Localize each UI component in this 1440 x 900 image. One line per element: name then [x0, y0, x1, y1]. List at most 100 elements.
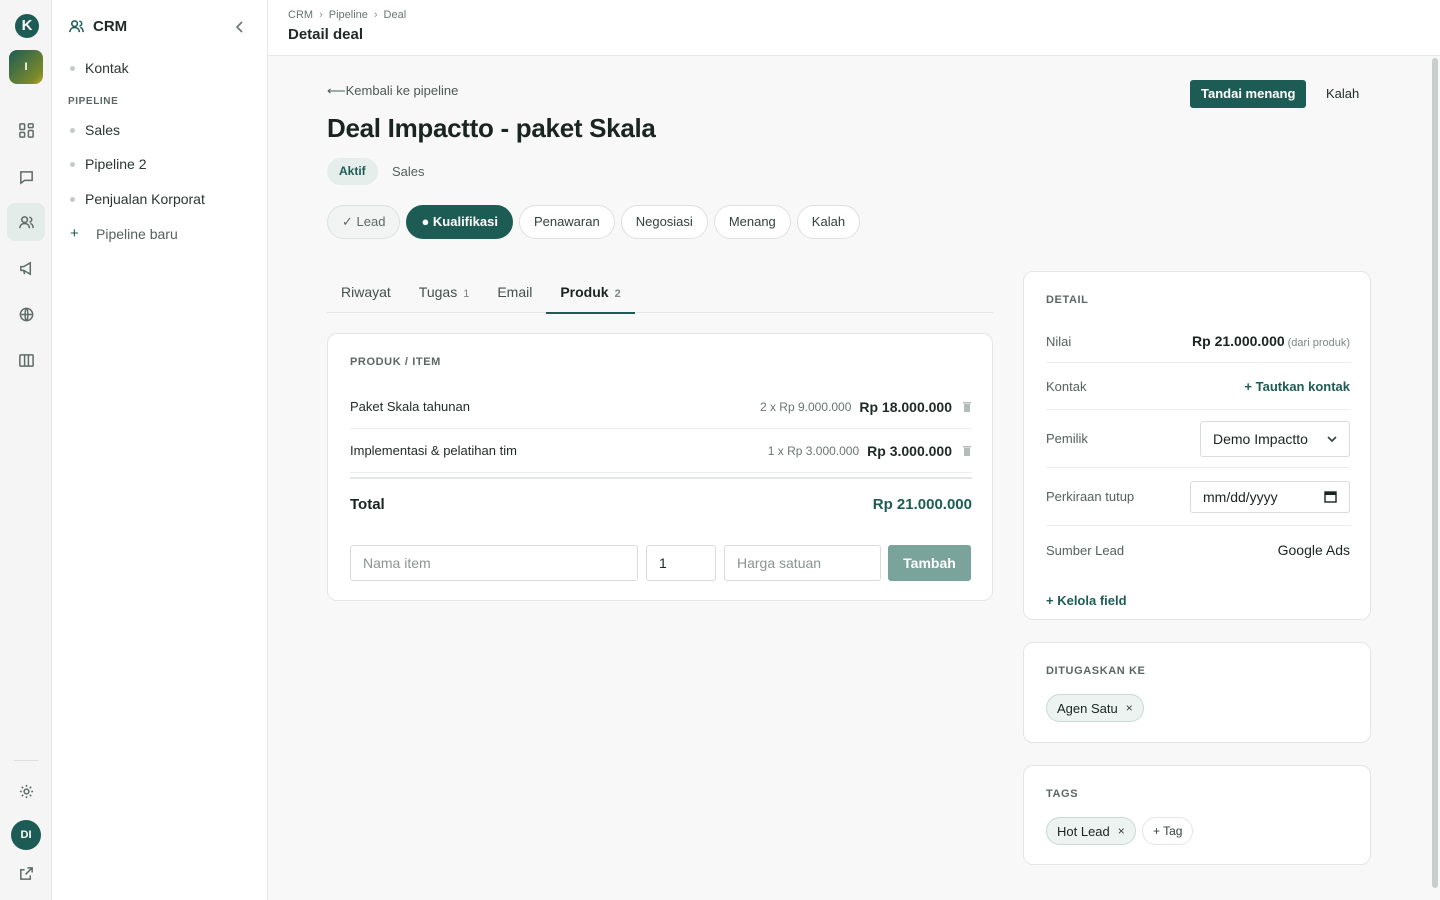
sidebar-item-kontak[interactable]: Kontak [68, 60, 129, 76]
tags-card: TAGS Hot Lead × + Tag [1023, 765, 1371, 865]
external-link-icon[interactable] [7, 854, 45, 892]
assigned-section-label: DITUGASKAN KE [1046, 665, 1146, 677]
breadcrumb-pipeline[interactable]: Pipeline [329, 9, 368, 21]
stage-negosiasi[interactable]: Negosiasi [620, 205, 708, 239]
settings-icon[interactable] [7, 772, 45, 810]
mark-lost-button[interactable]: Kalah [1326, 86, 1359, 101]
status-badge: Aktif [327, 158, 378, 185]
chevron-right-icon: › [319, 9, 323, 21]
top-bar: CRM › Pipeline › Deal Detail deal [268, 0, 1440, 56]
sidebar-title: CRM [93, 18, 128, 35]
product-row: Implementasi & pelatihan tim 1 x Rp 3.00… [350, 429, 972, 473]
products-section-label: PRODUK / ITEM [350, 356, 441, 368]
tab-label: Email [497, 284, 533, 300]
sidebar-item-label: Pipeline 2 [85, 156, 147, 172]
stage-kualifikasi[interactable]: ● Kualifikasi [406, 205, 513, 239]
field-label: Kontak [1046, 378, 1087, 394]
assigned-card: DITUGASKAN KE Agen Satu × [1023, 642, 1371, 743]
total-value: Rp 21.000.000 [872, 495, 972, 513]
field-label: Pemilik [1046, 431, 1088, 446]
scrollbar[interactable] [1432, 58, 1438, 888]
stage-kalah[interactable]: Kalah [796, 205, 861, 239]
manage-fields-link[interactable]: + Kelola field [1046, 593, 1127, 608]
stage-lead[interactable]: ✓ Lead [327, 205, 401, 239]
stage-menang[interactable]: Menang [713, 205, 791, 239]
sidebar-item-pipeline-2[interactable]: Pipeline 2 [68, 156, 147, 172]
tab-produk[interactable]: Produk 2 [546, 272, 636, 314]
mark-won-button[interactable]: Tandai menang [1190, 80, 1307, 108]
sidebar-item-sales[interactable]: Sales [68, 122, 120, 138]
stage-penawaran[interactable]: Penawaran [518, 205, 615, 239]
sidebar-item-label: Kontak [85, 60, 129, 76]
calendar-icon[interactable] [1324, 490, 1337, 503]
tab-riwayat[interactable]: Riwayat [327, 272, 405, 313]
field-label: Sumber Lead [1046, 542, 1125, 558]
link-contact-button[interactable]: + Tautkan kontak [1244, 379, 1350, 394]
total-label: Total [350, 495, 385, 513]
collapse-sidebar-button[interactable] [233, 20, 247, 34]
detail-row-source: Sumber Lead Google Ads [1046, 526, 1350, 574]
sidebar-item-label: Penjualan Korporat [85, 191, 205, 207]
app-logo[interactable]: K [15, 14, 39, 38]
tab-tugas[interactable]: Tugas 1 [405, 272, 484, 313]
dashboard-icon[interactable] [7, 111, 45, 149]
bullet-icon [70, 65, 75, 71]
chat-icon[interactable] [7, 158, 45, 196]
new-pipeline-button[interactable]: + Pipeline baru [68, 225, 178, 242]
workspace-avatar[interactable]: I [9, 50, 43, 84]
assignee-chip: Agen Satu × [1046, 694, 1144, 722]
trash-icon[interactable] [962, 445, 972, 457]
products-card: PRODUK / ITEM Paket Skala tahunan 2 x Rp… [327, 333, 993, 601]
item-price-input[interactable]: Harga satuan [724, 545, 881, 581]
field-label: Nilai [1046, 333, 1072, 349]
deal-value-note: (dari produk) [1287, 337, 1350, 349]
back-to-pipeline-link[interactable]: ⟵Kembali ke pipeline [327, 83, 458, 99]
date-placeholder: mm/dd/yyyy [1203, 488, 1278, 505]
tag-label: Hot Lead [1057, 823, 1110, 839]
close-icon[interactable]: × [1126, 701, 1133, 715]
deal-value: Rp 21.000.000 [1192, 333, 1285, 349]
product-qty-price: 2 x Rp 9.000.000 [759, 399, 852, 414]
field-value: Rp 21.000.000 (dari produk) [1192, 333, 1350, 349]
deal-tabs: Riwayat Tugas 1 Email Produk 2 [327, 272, 993, 314]
tab-email[interactable]: Email [483, 272, 546, 313]
stage-stepper: ✓ Lead ● Kualifikasi Penawaran Negosiasi… [327, 205, 861, 239]
owner-select[interactable]: Demo Impactto [1200, 420, 1350, 457]
tab-label: Produk [560, 284, 609, 300]
add-item-button[interactable]: Tambah [888, 545, 971, 581]
product-subtotal: Rp 3.000.000 [867, 442, 952, 459]
chevron-right-icon: › [373, 9, 378, 21]
breadcrumb-deal: Deal [383, 9, 407, 21]
contacts-icon[interactable] [7, 203, 45, 241]
close-date-input[interactable]: mm/dd/yyyy [1190, 480, 1350, 513]
product-subtotal: Rp 18.000.000 [859, 398, 952, 415]
sidebar-section-label: PIPELINE [68, 96, 119, 107]
columns-icon[interactable] [7, 341, 45, 379]
icon-rail: K I DI [0, 0, 52, 900]
sidebar-item-penjualan-korporat[interactable]: Penjualan Korporat [68, 191, 205, 207]
new-pipeline-label: Pipeline baru [96, 225, 178, 242]
product-row: Paket Skala tahunan 2 x Rp 9.000.000 Rp … [350, 385, 972, 429]
item-name-input[interactable]: Nama item [350, 545, 638, 581]
detail-section-label: DETAIL [1046, 294, 1089, 306]
bullet-icon [70, 127, 75, 133]
owner-value: Demo Impactto [1213, 430, 1308, 447]
breadcrumb-crm[interactable]: CRM [288, 9, 313, 21]
add-tag-button[interactable]: + Tag [1142, 817, 1194, 845]
lead-source-value: Google Ads [1277, 542, 1350, 558]
products-total: Total Rp 21.000.000 [350, 477, 972, 529]
tab-label: Riwayat [341, 284, 391, 300]
megaphone-icon[interactable] [7, 249, 45, 287]
user-avatar[interactable]: DI [11, 820, 41, 850]
chevron-left-icon [235, 21, 243, 33]
detail-row-close-date: Perkiraan tutup mm/dd/yyyy [1046, 468, 1350, 526]
field-label: Perkiraan tutup [1046, 489, 1135, 504]
globe-icon[interactable] [7, 295, 45, 333]
assignee-name: Agen Satu [1057, 700, 1118, 716]
plus-icon: + [70, 225, 79, 242]
close-icon[interactable]: × [1118, 824, 1125, 838]
trash-icon[interactable] [962, 401, 972, 413]
item-qty-input[interactable]: 1 [646, 545, 716, 581]
chevron-down-icon [1327, 435, 1337, 442]
tab-label: Tugas [418, 284, 458, 300]
